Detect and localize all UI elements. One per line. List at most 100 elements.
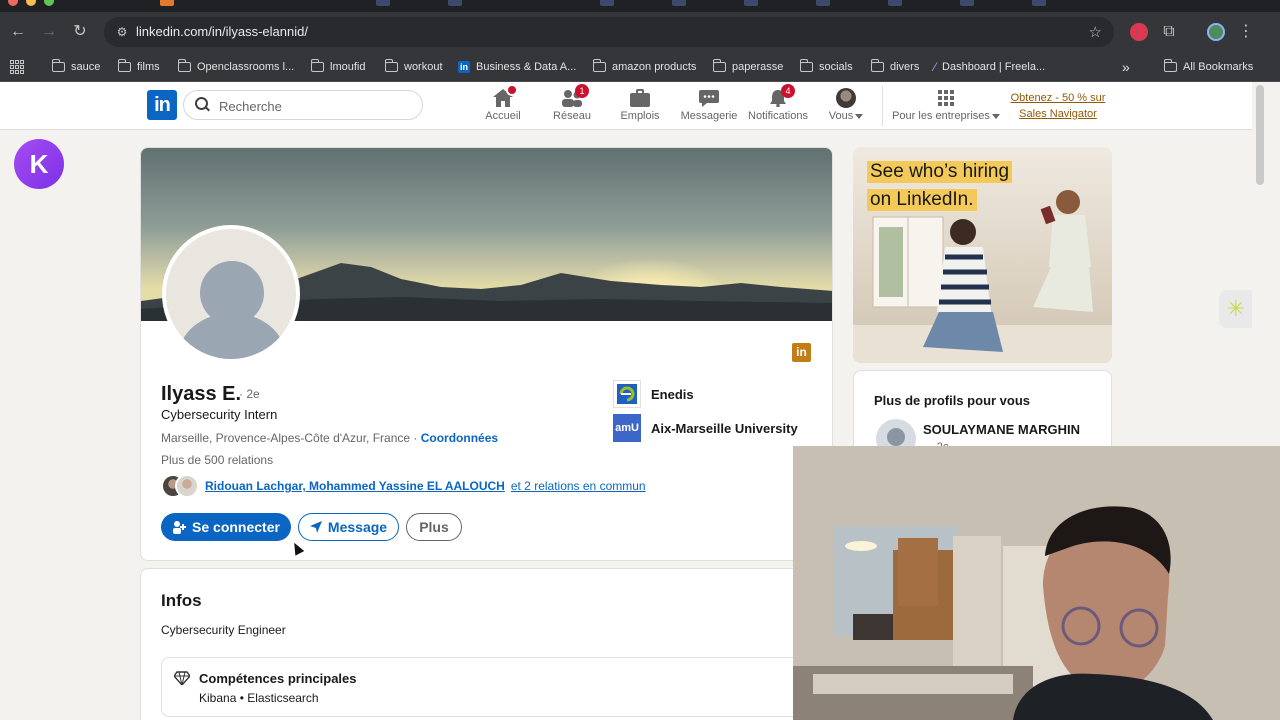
menu-dots-icon[interactable]: ⋮ xyxy=(1234,20,1258,44)
url-field[interactable]: ⚙ linkedin.com/in/ilyass-elannid/ ☆ xyxy=(104,17,1114,47)
minimize-window-dot[interactable] xyxy=(26,0,36,6)
nav-label: Emplois xyxy=(620,110,660,122)
bookmark-label: sauce xyxy=(71,61,101,73)
forward-arrow-icon[interactable]: → xyxy=(37,20,61,44)
button-label: Se connecter xyxy=(192,519,280,535)
bookmark-label: amazon products xyxy=(612,61,697,73)
nav-jobs[interactable]: Emplois xyxy=(617,86,663,126)
nav-label: Notifications xyxy=(748,110,808,122)
scrollbar-thumb[interactable] xyxy=(1256,85,1264,185)
bookmark-item[interactable]: ⁄ Dashboard | Freela... xyxy=(934,58,1045,76)
mutual-connections[interactable]: Ridouan Lachgar, Mohammed Yassine EL AAL… xyxy=(161,474,646,498)
bookmark-item[interactable]: amazon products xyxy=(592,58,697,76)
about-text: Cybersecurity Engineer xyxy=(161,623,286,637)
search-input[interactable]: Recherche xyxy=(183,90,423,120)
reload-icon[interactable]: ↻ xyxy=(68,20,92,44)
nav-label: Pour les entreprises xyxy=(892,110,990,122)
bookmark-item[interactable]: Openclassrooms l... xyxy=(177,58,295,76)
linkedin-premium-icon: in xyxy=(792,343,811,362)
bookmark-item[interactable]: divers xyxy=(870,58,919,76)
url-text[interactable]: linkedin.com/in/ilyass-elannid/ xyxy=(136,24,308,39)
nav-messaging[interactable]: Messagerie xyxy=(680,86,738,126)
amu-logo-icon: amU xyxy=(613,414,641,442)
browser-tab[interactable] xyxy=(600,0,614,6)
suggested-person-name[interactable]: SOULAYMANE MARGHIN xyxy=(923,422,1080,437)
search-placeholder: Recherche xyxy=(219,99,282,114)
browser-tab[interactable] xyxy=(816,0,830,6)
folder-icon xyxy=(177,59,191,72)
nav-notifications[interactable]: 4 Notifications xyxy=(745,84,811,126)
linkedin-header: in Recherche Accueil 1 Réseau Emplois Me… xyxy=(0,82,1252,130)
divider xyxy=(882,86,883,126)
folder-icon xyxy=(592,59,606,72)
add-person-icon xyxy=(173,521,187,534)
send-icon xyxy=(309,521,322,533)
notification-dot xyxy=(506,84,518,96)
browser-tab[interactable] xyxy=(160,0,174,6)
chevron-down-icon xyxy=(855,113,864,119)
company-name: Enedis xyxy=(651,386,694,402)
mutual-avatars xyxy=(161,474,199,498)
suggestions-title: Plus de profils pour vous xyxy=(874,393,1031,408)
extension-icon[interactable] xyxy=(1130,23,1148,41)
apps-grid-icon[interactable] xyxy=(10,60,24,74)
education-school[interactable]: amU Aix-Marseille University xyxy=(613,414,798,442)
extensions-puzzle-icon[interactable]: ⧉ xyxy=(1157,20,1181,44)
bookmark-label: socials xyxy=(819,61,853,73)
k-extension-icon[interactable]: K xyxy=(14,139,64,189)
sparkle-widget-icon[interactable]: ✳ xyxy=(1219,290,1253,328)
bookmark-item[interactable]: paperasse xyxy=(712,58,783,76)
hiring-ad[interactable]: See who’s hiring on LinkedIn. xyxy=(853,147,1112,363)
site-icon: ⁄ xyxy=(934,60,937,74)
profile-location: Marseille, Provence-Alpes-Côte d'Azur, F… xyxy=(161,431,498,445)
current-company[interactable]: Enedis xyxy=(613,380,694,408)
contact-info-link[interactable]: Coordonnées xyxy=(421,431,498,445)
network-badge: 1 xyxy=(575,84,589,98)
maximize-window-dot[interactable] xyxy=(44,0,54,6)
webcam-overlay xyxy=(793,446,1280,720)
bookmark-item[interactable]: in Business & Data A... xyxy=(458,58,576,76)
bookmark-item[interactable]: workout xyxy=(384,58,443,76)
more-button[interactable]: Plus xyxy=(406,513,462,541)
mutual-names-link[interactable]: Ridouan Lachgar, Mohammed Yassine EL AAL… xyxy=(205,479,505,493)
avatar xyxy=(175,474,199,498)
bookmark-label: workout xyxy=(404,61,443,73)
connections-count[interactable]: Plus de 500 relations xyxy=(161,453,273,467)
profile-avatar-icon[interactable] xyxy=(1207,23,1225,41)
bookmark-item[interactable]: socials xyxy=(799,58,853,76)
back-arrow-icon[interactable]: ← xyxy=(6,20,30,44)
nav-business[interactable]: Pour les entreprises xyxy=(890,86,1002,126)
nav-network[interactable]: 1 Réseau xyxy=(549,84,595,126)
skills-value: Kibana • Elasticsearch xyxy=(199,691,319,705)
bookmark-label: Openclassrooms l... xyxy=(197,61,295,73)
nav-home[interactable]: Accueil xyxy=(480,84,526,126)
browser-tab[interactable] xyxy=(1032,0,1046,6)
nav-label: Messagerie xyxy=(680,110,738,122)
top-skills[interactable]: Compétences principales Kibana • Elastic… xyxy=(161,657,811,717)
connect-button[interactable]: Se connecter xyxy=(161,513,291,541)
linkedin-logo-icon[interactable]: in xyxy=(147,90,177,120)
message-button[interactable]: Message xyxy=(298,513,399,541)
bookmark-item[interactable]: sauce xyxy=(51,58,101,76)
site-info-icon[interactable]: ⚙ xyxy=(114,24,130,40)
browser-tab[interactable] xyxy=(672,0,686,6)
browser-tab[interactable] xyxy=(376,0,390,6)
all-bookmarks[interactable]: All Bookmarks xyxy=(1163,58,1253,76)
premium-upsell-link[interactable]: Obtenez - 50 % sur Sales Navigator xyxy=(1008,90,1108,122)
bookmark-item[interactable]: films xyxy=(117,58,160,76)
location-text: Marseille, Provence-Alpes-Côte d'Azur, F… xyxy=(161,431,421,445)
browser-tab[interactable] xyxy=(744,0,758,6)
bookmark-label: films xyxy=(137,61,160,73)
nav-me[interactable]: Vous xyxy=(823,86,869,126)
browser-tab[interactable] xyxy=(960,0,974,6)
folder-icon xyxy=(799,59,813,72)
browser-tab[interactable] xyxy=(448,0,462,6)
mutual-rest-link[interactable]: et 2 relations en commun xyxy=(511,479,646,493)
bookmark-item[interactable]: lmoufid xyxy=(310,58,365,76)
browser-tab[interactable] xyxy=(888,0,902,6)
bookmarks-overflow-chevron-icon[interactable]: » xyxy=(1122,58,1130,76)
close-window-dot[interactable] xyxy=(8,0,18,6)
bookmark-star-icon[interactable]: ☆ xyxy=(1089,23,1102,41)
profile-photo[interactable] xyxy=(162,225,300,363)
connection-degree: · 2e xyxy=(239,387,260,401)
